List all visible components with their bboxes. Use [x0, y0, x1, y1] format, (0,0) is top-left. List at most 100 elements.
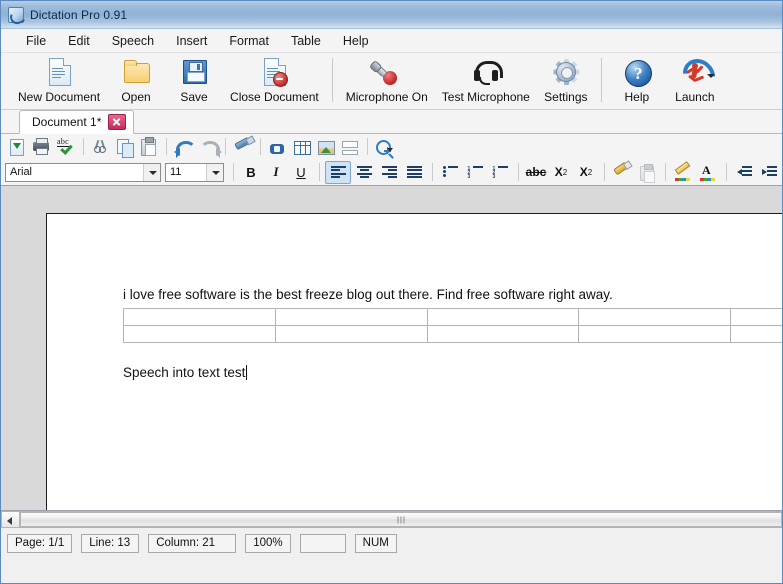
menu-item-table[interactable]: Table [280, 31, 332, 51]
strikethrough-label: abc [525, 165, 547, 179]
align-justify-button[interactable] [402, 162, 426, 183]
status-num-lock: NUM [354, 533, 397, 553]
clear-formatting-button[interactable] [635, 162, 659, 183]
format-divider-6 [665, 163, 666, 181]
undo-icon[interactable] [172, 136, 196, 158]
table-cell[interactable] [578, 325, 732, 343]
subscript-button[interactable]: X2 [549, 162, 573, 183]
new-document-button[interactable]: New Document [11, 56, 107, 104]
table-row[interactable] [123, 325, 782, 343]
font-family-value: Arial [10, 166, 33, 178]
close-tab-icon[interactable] [108, 114, 127, 130]
copy-icon[interactable] [113, 136, 135, 158]
align-left-button[interactable] [325, 160, 351, 184]
increase-indent-button[interactable] [757, 162, 781, 183]
decrease-indent-button[interactable] [732, 162, 756, 183]
spellcheck-icon[interactable]: abc [54, 136, 76, 157]
paste-icon[interactable] [137, 136, 159, 157]
status-line: Line: 13 [81, 533, 140, 553]
document-page[interactable]: i love free software is the best freeze … [46, 213, 782, 510]
align-right-icon [381, 166, 397, 178]
subscript-index: 2 [562, 167, 568, 177]
menu-item-file[interactable]: File [15, 31, 57, 51]
toolbar-divider-5 [367, 138, 368, 155]
launch-button[interactable]: Launch [666, 52, 724, 104]
font-color-button[interactable]: A [696, 162, 720, 183]
help-button[interactable]: ? Help [608, 56, 666, 104]
horizontal-scroll-thumb[interactable] [20, 512, 782, 527]
tab-label: Document 1* [32, 115, 102, 129]
test-microphone-button[interactable]: Test Microphone [435, 56, 537, 104]
superscript-index: 2 [587, 167, 593, 177]
cut-icon[interactable] [89, 136, 111, 157]
bold-button[interactable]: B [239, 162, 263, 183]
underline-button[interactable]: U [289, 162, 313, 183]
multilevel-list-icon: 123 [493, 166, 508, 180]
redo-icon[interactable] [196, 136, 220, 158]
menu-item-speech[interactable]: Speech [101, 31, 165, 51]
horizontal-scroll-track[interactable] [20, 511, 782, 528]
microphone-on-button[interactable]: Microphone On [339, 56, 435, 104]
formatting-toolbar: Arial 11 B I U 1 2 3 1 2 3 abc X 2 X 2 A [1, 159, 782, 186]
strikethrough-button[interactable]: abc [524, 162, 548, 183]
save-button[interactable]: Save [165, 56, 223, 104]
chevron-down-icon-2[interactable] [206, 163, 223, 181]
numbered-list-button[interactable]: 123 [463, 162, 487, 183]
menu-item-help[interactable]: Help [332, 31, 380, 51]
close-document-button[interactable]: Close Document [223, 56, 326, 104]
insert-link-icon[interactable] [266, 136, 288, 157]
font-size-select[interactable]: 11 [164, 162, 224, 182]
print-icon[interactable] [30, 136, 52, 157]
import-document-icon[interactable] [6, 136, 28, 157]
settings-button[interactable]: Settings [537, 56, 595, 104]
menu-item-insert[interactable]: Insert [165, 31, 218, 51]
table-cell[interactable] [730, 325, 782, 343]
insert-image-icon[interactable] [314, 136, 336, 157]
microphone-icon [368, 57, 404, 89]
table-cell[interactable] [578, 308, 732, 326]
font-family-select[interactable]: Arial [5, 162, 161, 182]
multilevel-list-button[interactable]: 123 [488, 162, 512, 183]
status-page: Page: 1/1 [7, 533, 73, 553]
main-toolbar: New Document Open Save Close Document Mi… [1, 52, 782, 110]
table-cell[interactable] [730, 308, 782, 326]
toolbar-separator [331, 58, 333, 102]
document-paragraph-1: i love free software is the best freeze … [123, 287, 613, 302]
align-center-button[interactable] [352, 162, 376, 183]
zoom-icon[interactable] [373, 136, 395, 157]
table-cell[interactable] [274, 308, 428, 326]
toolbar-divider [83, 138, 84, 155]
document-paragraph-2: Speech into text test [123, 365, 246, 380]
table-cell[interactable] [426, 308, 580, 326]
menu-item-edit[interactable]: Edit [57, 31, 101, 51]
italic-button[interactable]: I [264, 162, 288, 183]
subscript-label: X [554, 165, 563, 179]
page-break-icon[interactable] [338, 136, 360, 157]
table-cell[interactable] [123, 325, 276, 343]
table-cell[interactable] [426, 325, 580, 343]
status-bar: Page: 1/1 Line: 13 Column: 21 100% NUM [1, 528, 782, 558]
launch-runner-icon [676, 52, 722, 98]
tab-document-1[interactable]: Document 1* [19, 110, 135, 134]
insert-table-icon[interactable] [290, 136, 312, 157]
table-cell[interactable] [123, 308, 276, 326]
align-right-button[interactable] [377, 162, 401, 183]
application-window: Dictation Pro 0.91 File Edit Speech Inse… [0, 0, 783, 584]
bullet-list-button[interactable] [438, 162, 462, 183]
launch-dropdown-caret-icon[interactable] [706, 74, 715, 78]
align-center-icon [356, 166, 372, 178]
horizontal-scrollbar[interactable] [1, 510, 782, 528]
superscript-button[interactable]: X2 [574, 162, 598, 183]
document-table[interactable] [123, 308, 782, 343]
menu-item-format[interactable]: Format [218, 31, 280, 51]
table-cell[interactable] [274, 325, 428, 343]
format-painter-icon[interactable] [231, 136, 253, 157]
highlight-button[interactable] [610, 161, 634, 183]
table-row[interactable] [123, 308, 782, 326]
open-button[interactable]: Open [107, 56, 165, 104]
text-highlight-color-button[interactable] [671, 160, 695, 183]
menu-bar: File Edit Speech Insert Format Table Hel… [1, 29, 782, 53]
chevron-down-icon[interactable] [142, 163, 160, 181]
underline-label: U [296, 164, 306, 180]
scroll-left-arrow-icon[interactable] [1, 511, 20, 528]
